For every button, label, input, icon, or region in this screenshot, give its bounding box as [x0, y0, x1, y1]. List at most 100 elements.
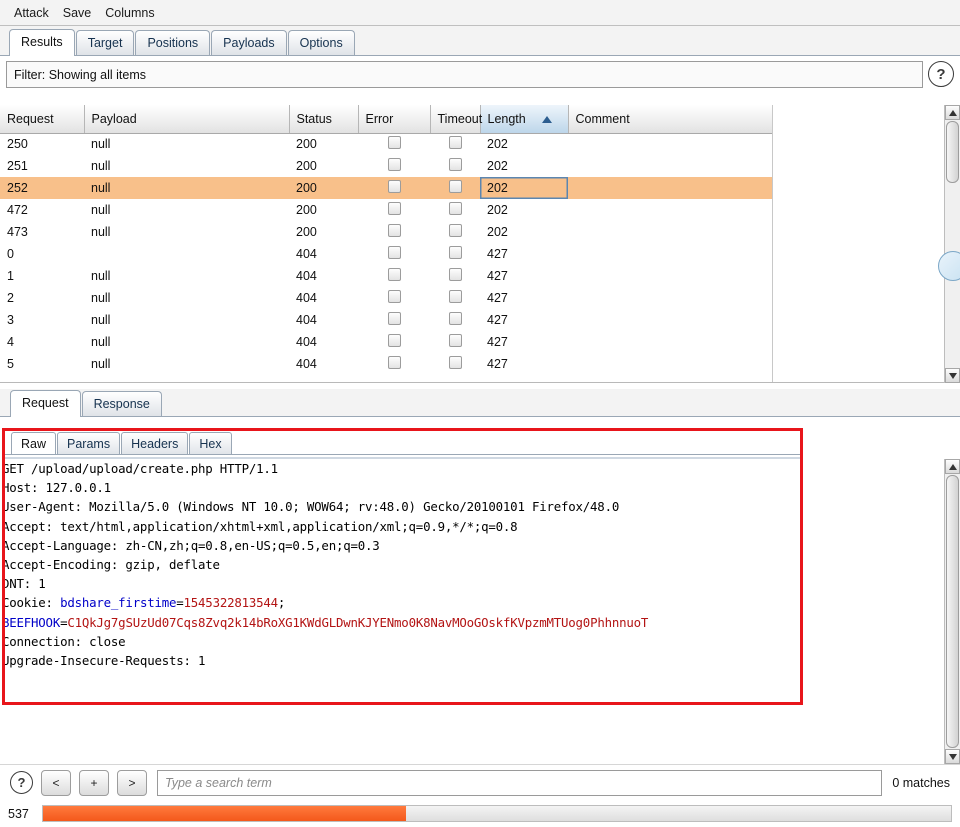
column-header-comment[interactable]: Comment — [568, 105, 772, 134]
cell-status: 200 — [296, 203, 317, 217]
menu-columns[interactable]: Columns — [99, 4, 160, 22]
tab-hex[interactable]: Hex — [189, 432, 232, 455]
error-checkbox[interactable] — [387, 334, 401, 347]
table-row[interactable]: 472 null 200 202 — [0, 199, 772, 221]
tab-options[interactable]: Options — [287, 30, 355, 55]
tab-results[interactable]: Results — [9, 29, 75, 56]
column-label: Comment — [575, 111, 630, 126]
request-line: Accept: text/html,application/xhtml+xml,… — [2, 518, 518, 534]
cell-request: 4 — [7, 335, 14, 349]
timeout-checkbox[interactable] — [448, 268, 462, 281]
timeout-checkbox[interactable] — [448, 356, 462, 369]
search-input[interactable]: Type a search term — [157, 769, 883, 796]
table-row[interactable]: 0 404 427 — [0, 243, 772, 265]
column-header-request[interactable]: Request — [0, 105, 85, 134]
tab-params[interactable]: Params — [57, 432, 121, 455]
scroll-thumb[interactable] — [946, 121, 959, 183]
timeout-checkbox[interactable] — [448, 224, 462, 237]
error-checkbox[interactable] — [387, 158, 401, 171]
cell-request: 473 — [7, 225, 28, 239]
timeout-checkbox[interactable] — [448, 136, 462, 150]
request-raw-editor[interactable]: GET /upload/upload/create.php HTTP/1.1 Ho… — [0, 459, 944, 764]
results-header-row: Request Payload Status Error Timeout Len… — [0, 105, 772, 134]
error-checkbox[interactable] — [387, 246, 401, 259]
timeout-checkbox[interactable] — [448, 158, 462, 171]
search-match-count: 0 matches — [892, 775, 950, 790]
cell-payload: null — [91, 137, 111, 152]
cell-error — [358, 287, 430, 309]
column-header-status[interactable]: Status — [289, 105, 359, 134]
cell-payload: null — [91, 335, 111, 349]
results-table-body: 250 null 200 202 251 null 200 202 252 null 200 202 4… — [0, 133, 772, 375]
tab-raw[interactable]: Raw — [11, 432, 57, 455]
column-header-payload[interactable]: Payload — [84, 105, 290, 134]
timeout-checkbox[interactable] — [448, 312, 462, 325]
scroll-down-icon[interactable] — [945, 368, 960, 383]
cell-error — [358, 309, 430, 331]
table-row[interactable]: 1 null 404 427 — [0, 265, 772, 287]
scroll-up-icon[interactable] — [945, 459, 960, 474]
tab-target[interactable]: Target — [75, 30, 135, 55]
timeout-checkbox[interactable] — [448, 290, 462, 303]
scroll-thumb[interactable] — [946, 475, 959, 748]
table-row[interactable]: 250 null 200 202 — [0, 133, 772, 155]
column-label: Payload — [91, 111, 137, 126]
filter-help-icon[interactable]: ? — [928, 61, 954, 87]
results-vertical-scrollbar[interactable] — [944, 105, 960, 383]
timeout-checkbox[interactable] — [448, 246, 462, 259]
table-row[interactable]: 3 null 404 427 — [0, 309, 772, 331]
search-prev-button[interactable]: < — [41, 769, 71, 796]
error-checkbox[interactable] — [387, 180, 401, 193]
cell-length: 202 — [487, 225, 508, 239]
error-checkbox[interactable] — [387, 290, 401, 303]
error-checkbox[interactable] — [387, 224, 401, 237]
cell-comment — [568, 243, 772, 265]
table-row[interactable]: 251 null 200 202 — [0, 155, 772, 177]
filter-bar[interactable]: Filter: Showing all items — [6, 61, 923, 88]
timeout-checkbox[interactable] — [448, 180, 462, 193]
column-label: Request — [7, 111, 54, 126]
error-checkbox[interactable] — [387, 202, 401, 215]
cookie-name: bdshare_firstime — [60, 595, 177, 611]
search-help-icon[interactable]: ? — [10, 771, 33, 794]
column-header-timeout[interactable]: Timeout — [430, 105, 483, 134]
table-row[interactable]: 252 null 200 202 — [0, 177, 772, 199]
menu-save[interactable]: Save — [57, 4, 98, 22]
error-checkbox[interactable] — [387, 136, 401, 150]
column-label: Timeout — [437, 111, 483, 126]
filter-label: Filter: Showing all items — [14, 67, 146, 82]
timeout-checkbox[interactable] — [448, 334, 462, 347]
menu-attack[interactable]: Attack — [8, 4, 55, 22]
request-line: Upgrade-Insecure-Requests: 1 — [2, 653, 206, 669]
progress-bar — [42, 805, 952, 822]
error-checkbox[interactable] — [387, 312, 401, 325]
cell-timeout — [430, 309, 480, 331]
results-table-viewport: Request Payload Status Error Timeout Len… — [0, 105, 960, 383]
table-row[interactable]: 473 null 200 202 — [0, 221, 772, 243]
search-next-button[interactable]: > — [117, 769, 147, 796]
tab-request[interactable]: Request — [10, 390, 81, 417]
search-bar: ? < + > Type a search term 0 matches — [0, 764, 960, 800]
timeout-checkbox[interactable] — [448, 202, 462, 215]
error-checkbox[interactable] — [387, 268, 401, 281]
error-checkbox[interactable] — [387, 356, 401, 369]
scroll-down-icon[interactable] — [945, 749, 960, 764]
tab-positions[interactable]: Positions — [135, 30, 211, 55]
cell-status: 404 — [296, 291, 317, 305]
cell-request: 252 — [0, 177, 84, 199]
scroll-up-icon[interactable] — [945, 105, 960, 120]
cookie-prefix: Cookie: — [2, 595, 61, 611]
search-add-button[interactable]: + — [79, 769, 109, 796]
cell-error — [358, 243, 430, 265]
column-header-error[interactable]: Error — [358, 105, 431, 134]
column-header-length[interactable]: Length — [480, 105, 569, 134]
tab-response[interactable]: Response — [81, 391, 162, 416]
table-row[interactable]: 5 null 404 427 — [0, 353, 772, 375]
cell-error — [358, 221, 430, 243]
tab-headers[interactable]: Headers — [121, 432, 189, 455]
request-vertical-scrollbar[interactable] — [944, 459, 960, 764]
request-line: GET /upload/upload/create.php HTTP/1.1 — [2, 461, 278, 476]
table-row[interactable]: 4 null 404 427 — [0, 331, 772, 353]
tab-payloads[interactable]: Payloads — [211, 30, 287, 55]
table-row[interactable]: 2 null 404 427 — [0, 287, 772, 309]
